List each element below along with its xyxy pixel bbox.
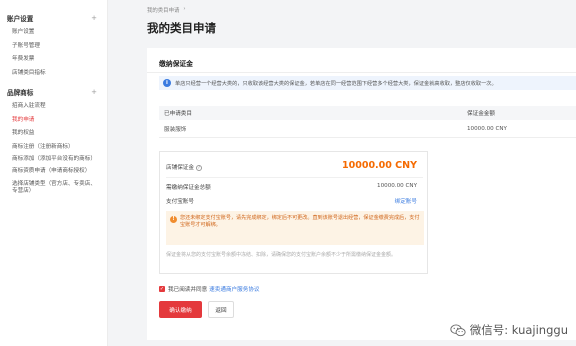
- table-header: 已申请类目 保证金金额: [159, 106, 576, 120]
- sidebar-item-my-rights[interactable]: 我的权益: [0, 127, 107, 141]
- agreement-link[interactable]: 速卖通商户服务协议: [209, 285, 259, 293]
- agreement-text: 我已阅读并同意: [168, 287, 208, 293]
- confirm-pay-button[interactable]: 确认缴纳: [159, 301, 202, 318]
- alipay-label: 支付宝账号: [166, 199, 194, 205]
- column-header-amount: 保证金金额: [467, 111, 495, 117]
- divider: [166, 177, 423, 178]
- back-button[interactable]: 返回: [208, 301, 234, 318]
- sidebar-section-brand-trademark[interactable]: 品牌商标 +: [0, 84, 107, 100]
- sidebar-section-account-settings[interactable]: 账户设置 +: [0, 10, 107, 26]
- deposit-label-row: 店铺保证金?: [166, 163, 202, 171]
- breadcrumb-item[interactable]: 我的类目申请: [147, 6, 179, 14]
- wechat-icon: [450, 324, 466, 336]
- warning-notice: ! 您还未绑定支付宝账号，请先完成绑定，绑定后不可更改。直到该账号退出经营，保证…: [166, 211, 424, 245]
- bind-account-link[interactable]: 绑定账号: [395, 197, 417, 205]
- watermark-text: 微信号: kuajinggu: [469, 323, 568, 337]
- help-icon[interactable]: ?: [195, 164, 202, 171]
- expand-icon[interactable]: +: [91, 14, 97, 22]
- sidebar-section-title: 账户设置: [7, 15, 34, 23]
- category-table: 已申请类目 保证金金额 服装服饰 10000.00 CNY: [159, 106, 576, 138]
- page-title: 我的类目申请: [147, 21, 216, 35]
- sidebar-item-onboarding-process[interactable]: 招商入驻流程: [0, 100, 107, 114]
- cell-amount: 10000.00 CNY: [467, 125, 507, 132]
- breadcrumb-separator: ›: [183, 6, 186, 12]
- total-label: 需缴纳保证金总额: [166, 185, 211, 191]
- sidebar-item-account-settings[interactable]: 账户设置: [0, 26, 107, 40]
- expand-icon[interactable]: +: [91, 88, 97, 96]
- action-buttons: 确认缴纳 返回: [159, 301, 234, 318]
- deposit-footnote: 保证金将从您的支付宝账号余额中冻结、扣除，请确保您的支付宝账户余额不少于所需缴纳…: [166, 252, 397, 258]
- info-notice: i 单店只经营一个经营大类的，只收取该经营大类的保证金，若单店在同一经营范围下经…: [159, 76, 576, 90]
- sidebar: 账户设置 + 账户设置 子账号管理 年费发票 店铺类目指标 品牌商标 + 招商入…: [0, 0, 108, 346]
- column-header-category: 已申请类目: [164, 111, 192, 117]
- sidebar-section-title: 品牌商标: [7, 89, 34, 97]
- deposit-card: 缴纳保证金 i 单店只经营一个经营大类的，只收取该经营大类的保证金，若单店在同一…: [147, 48, 576, 340]
- sidebar-item-trademark-qualification[interactable]: 商标资质申请（申请商标授权）: [0, 166, 107, 178]
- agreement-row: ✓ 我已阅读并同意 速卖通商户服务协议: [159, 285, 260, 293]
- divider: [147, 72, 576, 73]
- main-content: 我的类目申请 › 我的类目申请 缴纳保证金 i 单店只经营一个经营大类的，只收取…: [147, 0, 576, 346]
- warning-text: 您还未绑定支付宝账号，请先完成绑定，绑定后不可更改。直到该账号退出经营，保证金缴…: [180, 215, 420, 229]
- sidebar-item-annual-invoice[interactable]: 年费发票: [0, 53, 107, 67]
- payment-summary-box: 店铺保证金? 10000.00 CNY 需缴纳保证金总额 10000.00 CN…: [159, 151, 428, 274]
- cell-category: 服装服饰: [164, 126, 187, 133]
- sidebar-item-store-category-metrics[interactable]: 店铺类目指标: [0, 67, 107, 81]
- sidebar-item-my-applications[interactable]: 我的申请: [0, 114, 107, 128]
- sidebar-item-trademark-add[interactable]: 商标添加（添加平台没有的商标）: [0, 154, 107, 166]
- breadcrumb: 我的类目申请 ›: [147, 6, 186, 14]
- agreement-checkbox[interactable]: ✓: [159, 286, 165, 292]
- watermark: 微信号: kuajinggu: [450, 322, 568, 338]
- sidebar-item-store-type[interactable]: 选择店铺类型（官方店、专卖店、专营店）: [0, 179, 107, 199]
- sidebar-item-sub-accounts[interactable]: 子账号管理: [0, 40, 107, 54]
- notice-text: 单店只经营一个经营大类的，只收取该经营大类的保证金，若单店在同一经营范围下经营多…: [175, 80, 497, 87]
- table-row: 服装服饰 10000.00 CNY: [159, 120, 576, 138]
- sidebar-item-trademark-register[interactable]: 商标注册（注册新商标）: [0, 141, 107, 155]
- total-amount: 10000.00 CNY: [377, 183, 417, 189]
- card-title: 缴纳保证金: [159, 60, 193, 68]
- deposit-amount: 10000.00 CNY: [342, 160, 417, 171]
- deposit-label: 店铺保证金: [166, 165, 194, 171]
- info-icon: i: [163, 79, 171, 87]
- warning-icon: !: [170, 216, 177, 223]
